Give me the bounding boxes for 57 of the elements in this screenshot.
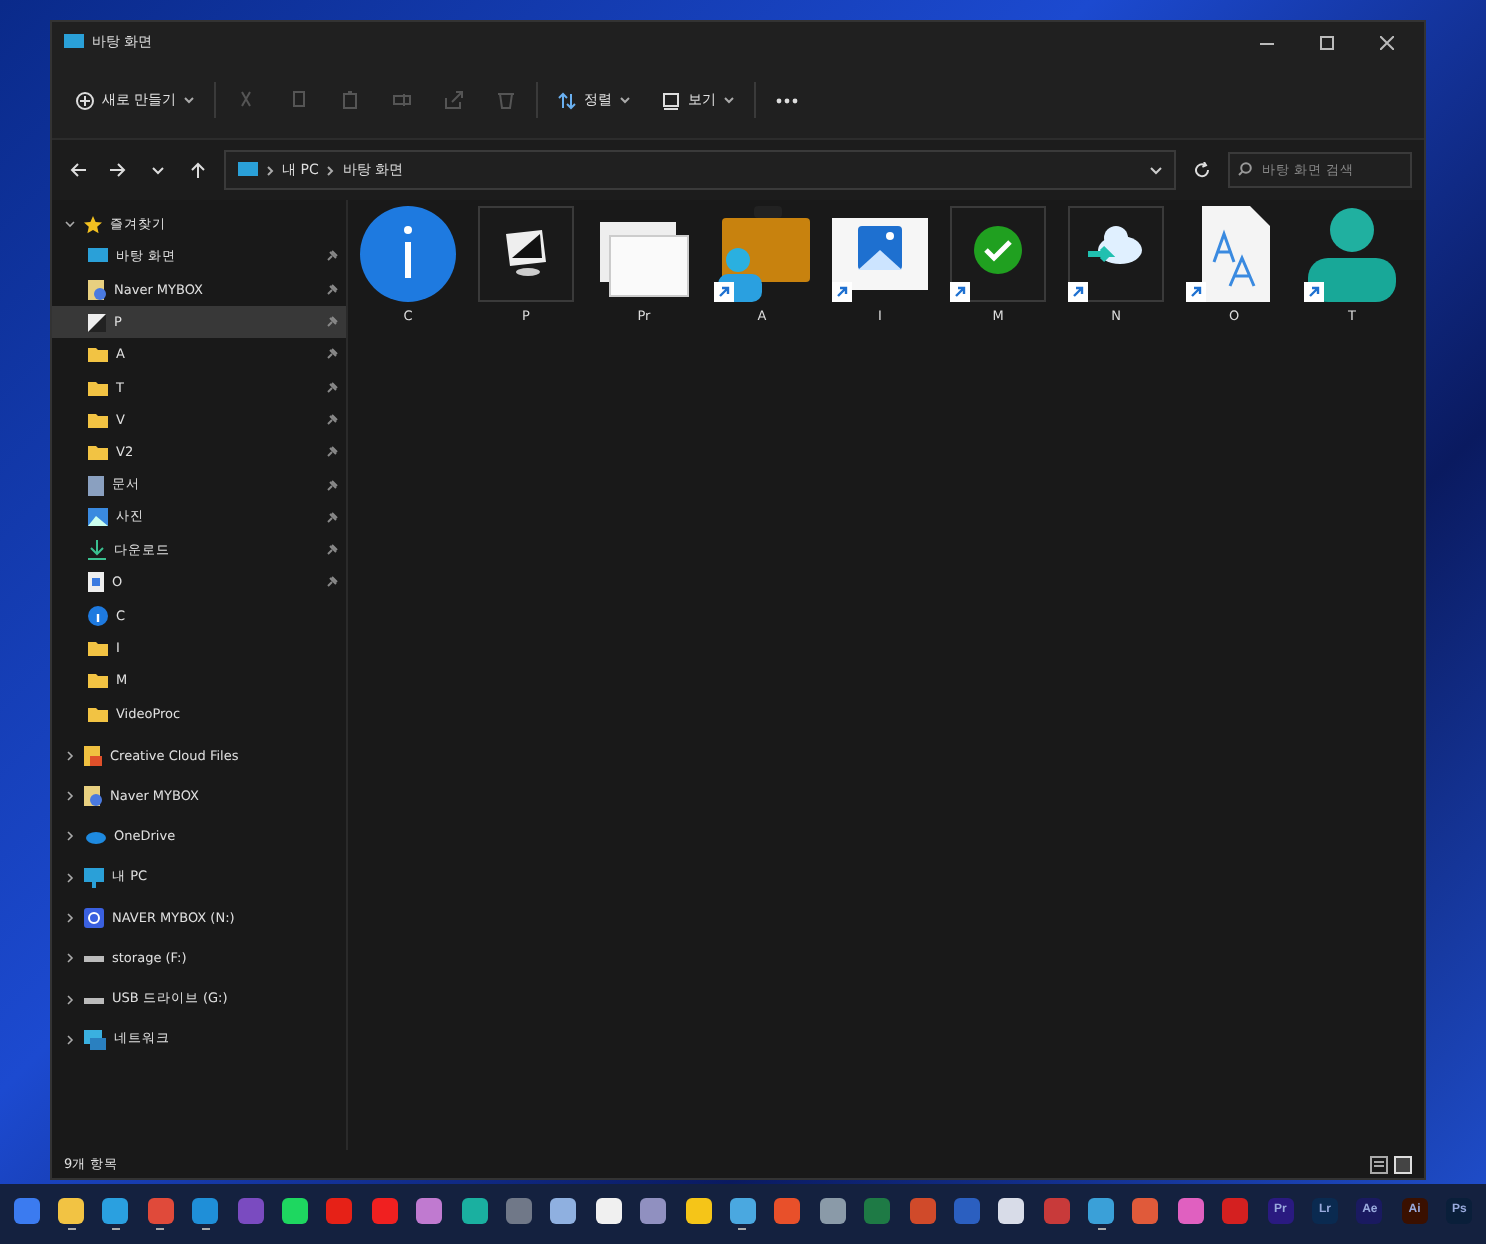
share-icon: [444, 90, 465, 110]
sort-arrows-icon: [558, 91, 577, 109]
monitor-icon: [238, 162, 258, 178]
document-icon: [88, 475, 104, 496]
rename-icon: [392, 90, 413, 110]
forward-arrow-icon: [110, 162, 126, 178]
folder-icon: [84, 745, 102, 766]
monitor-icon: [64, 34, 84, 50]
monitor-icon: [88, 248, 108, 265]
scissors-icon: [236, 90, 257, 110]
info-icon: [88, 605, 108, 626]
caret-icon: [724, 96, 735, 104]
cloud-icon: [1068, 206, 1164, 302]
chevron-icon[interactable]: [64, 830, 76, 843]
image-icon: [88, 313, 106, 332]
chevron-icon[interactable]: [64, 952, 76, 965]
caret-icon: [184, 96, 195, 104]
paste-icon: [340, 90, 361, 110]
details-view-icon[interactable]: [1370, 1155, 1388, 1173]
chevron-icon[interactable]: [64, 790, 76, 803]
monitor-icon: [478, 206, 574, 302]
chevron-icon[interactable]: [64, 871, 76, 884]
close-icon: [1379, 35, 1393, 49]
chevron-icon[interactable]: [64, 993, 76, 1006]
monitor-icon: [84, 867, 104, 888]
folder-icon: [84, 786, 102, 807]
chevron-icon[interactable]: [64, 218, 76, 231]
chevron-icon[interactable]: [64, 912, 76, 925]
maximize-icon: [1319, 35, 1333, 49]
chevron-icon: [152, 165, 164, 175]
file-icon: [88, 572, 104, 593]
download-icon: [88, 540, 106, 561]
tiles-view-icon[interactable]: [1394, 1155, 1412, 1173]
info-icon: [360, 206, 456, 302]
folder-icon: [88, 279, 106, 300]
chevron-icon: [326, 165, 335, 175]
check-icon: [950, 206, 1046, 302]
up-arrow-icon: [190, 162, 206, 178]
plus-circle-icon: [76, 91, 94, 109]
trash-icon: [496, 90, 517, 110]
drive-icon: [84, 908, 104, 929]
more-icon: [776, 97, 799, 103]
copy-icon: [288, 90, 309, 110]
chevron-icon: [266, 165, 274, 175]
star-icon: [84, 215, 102, 234]
caret-icon: [620, 96, 631, 104]
picture-icon: [88, 508, 108, 527]
view-icon: [662, 91, 681, 109]
briefcase-icon: [714, 206, 810, 302]
person-icon: [1304, 206, 1400, 302]
chevron-icon[interactable]: [64, 749, 76, 762]
refresh-icon: [1194, 162, 1210, 178]
dropdown-icon[interactable]: [1150, 165, 1162, 175]
cloud-icon: [84, 829, 106, 844]
chevron-icon[interactable]: [64, 1033, 76, 1046]
network-icon: [84, 1029, 106, 1050]
back-arrow-icon: [70, 162, 86, 178]
